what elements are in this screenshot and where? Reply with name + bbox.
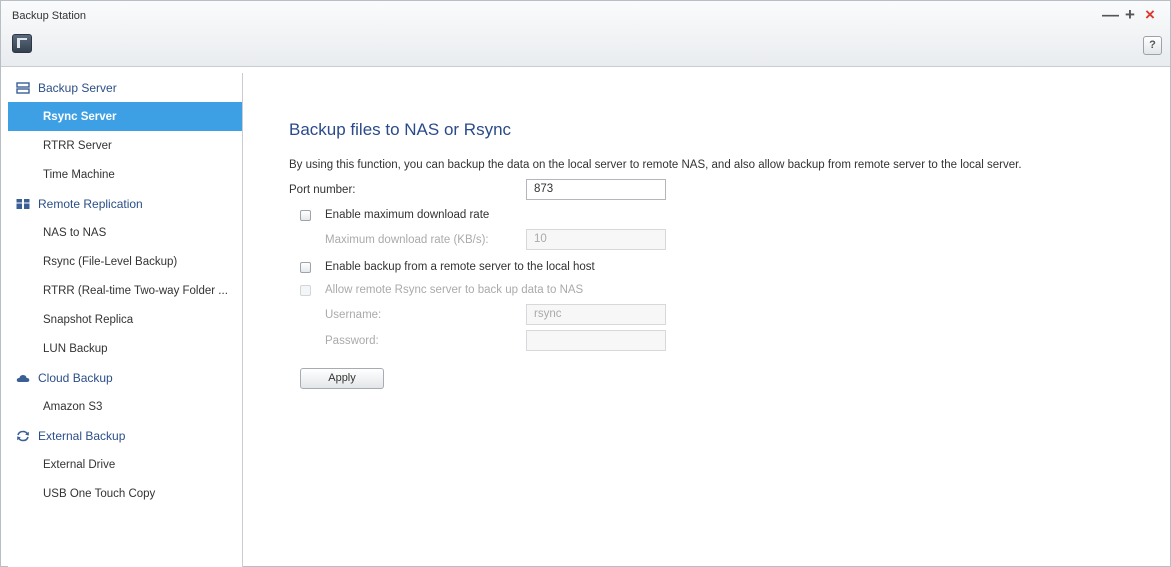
replication-icon — [16, 198, 30, 209]
port-number-field[interactable]: 873 — [526, 179, 666, 200]
cloud-icon — [16, 374, 30, 382]
minimize-icon[interactable]: — — [1102, 6, 1119, 24]
sidebar-group-external-backup[interactable]: External Backup — [8, 421, 242, 450]
menu-icon[interactable] — [12, 34, 32, 53]
sidebar-group-remote-replication[interactable]: Remote Replication — [8, 189, 242, 218]
allow-rsync-checkbox[interactable] — [300, 285, 311, 296]
max-download-checkbox[interactable] — [300, 210, 311, 221]
sidebar-item-rsync-server[interactable]: Rsync Server — [8, 102, 242, 131]
sidebar-group-label: Remote Replication — [38, 196, 143, 211]
username-label: Username: — [325, 309, 382, 321]
sidebar-group-label: External Backup — [38, 428, 126, 443]
close-icon[interactable]: × — [1145, 6, 1155, 24]
page-description: By using this function, you can backup t… — [289, 159, 1022, 171]
main-content: Backup files to NAS or Rsync By using th… — [244, 73, 1170, 566]
title-bar: Backup Station — + × ? — [1, 1, 1170, 67]
sidebar-group-backup-server[interactable]: Backup Server — [8, 73, 242, 102]
apply-button[interactable]: Apply — [300, 368, 384, 389]
allow-rsync-label: Allow remote Rsync server to back up dat… — [325, 284, 584, 296]
remote-backup-label: Enable backup from a remote server to th… — [325, 261, 595, 273]
menu-icon-column — [17, 40, 20, 48]
server-icon — [16, 81, 30, 94]
help-button[interactable]: ? — [1143, 36, 1162, 55]
sidebar-item-rsync-file-level[interactable]: Rsync (File-Level Backup) — [8, 247, 242, 276]
download-rate-field[interactable]: 10 — [526, 229, 666, 250]
sidebar-item-rtrr-server[interactable]: RTRR Server — [8, 131, 242, 160]
backup-station-window: Backup Station — + × ? Backup Server Rsy… — [0, 0, 1171, 567]
max-download-label: Enable maximum download rate — [325, 209, 490, 221]
port-number-label: Port number: — [289, 184, 356, 196]
sidebar: Backup Server Rsync Server RTRR Server T… — [8, 73, 243, 567]
download-rate-label: Maximum download rate (KB/s): — [325, 234, 489, 246]
sidebar-group-label: Cloud Backup — [38, 370, 113, 385]
sidebar-group-label: Backup Server — [38, 80, 117, 95]
sidebar-group-cloud-backup[interactable]: Cloud Backup — [8, 363, 242, 392]
password-field[interactable] — [526, 330, 666, 351]
sidebar-item-time-machine[interactable]: Time Machine — [8, 160, 242, 189]
sidebar-item-snapshot-replica[interactable]: Snapshot Replica — [8, 305, 242, 334]
password-label: Password: — [325, 335, 379, 347]
app-title: Backup Station — [12, 10, 86, 22]
sidebar-item-external-drive[interactable]: External Drive — [8, 450, 242, 479]
remote-backup-checkbox[interactable] — [300, 262, 311, 273]
username-field[interactable]: rsync — [526, 304, 666, 325]
sync-arrows-icon — [17, 430, 29, 441]
sidebar-item-rtrr-folder[interactable]: RTRR (Real-time Two-way Folder ... — [8, 276, 242, 305]
sidebar-item-amazon-s3[interactable]: Amazon S3 — [8, 392, 242, 421]
sidebar-item-usb-one-touch-copy[interactable]: USB One Touch Copy — [8, 479, 242, 508]
page-title: Backup files to NAS or Rsync — [289, 120, 512, 139]
sidebar-item-lun-backup[interactable]: LUN Backup — [8, 334, 242, 363]
sidebar-item-nas-to-nas[interactable]: NAS to NAS — [8, 218, 242, 247]
maximize-icon[interactable]: + — [1125, 6, 1135, 24]
